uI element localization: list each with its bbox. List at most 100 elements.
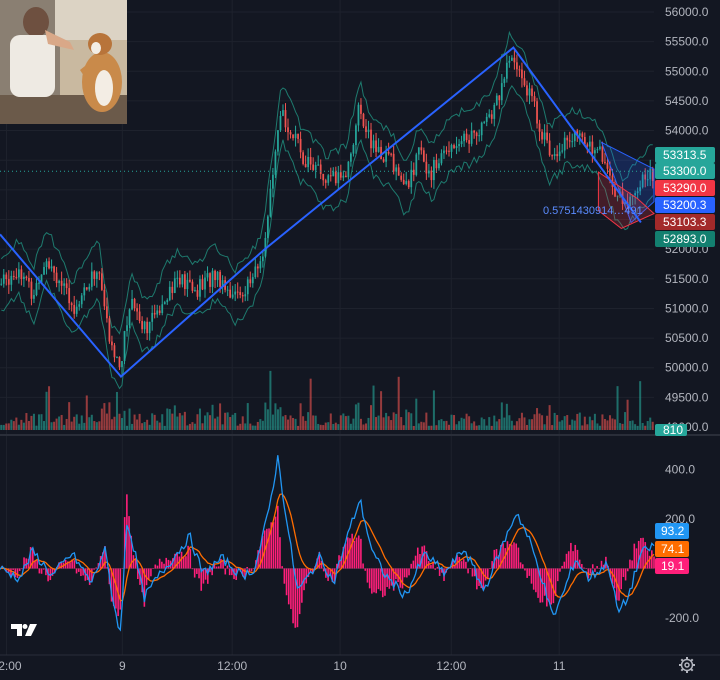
fib-ratio-annotation: 0.5751430914…491 xyxy=(543,205,643,217)
candle-body xyxy=(231,294,234,298)
candle-body xyxy=(297,133,299,139)
volume-bar xyxy=(440,419,443,430)
volume-bar xyxy=(581,425,584,430)
volume-bar xyxy=(80,415,83,430)
histogram-bar xyxy=(565,553,568,569)
candle-body xyxy=(563,137,566,151)
candle-body xyxy=(10,275,13,285)
histogram-bar xyxy=(406,568,408,578)
candle-body xyxy=(344,175,347,178)
time-tick-label: 10 xyxy=(333,659,347,673)
candle-body xyxy=(5,274,8,280)
volume-bar xyxy=(375,417,378,430)
volume-bar xyxy=(221,424,224,430)
histogram-bar xyxy=(563,561,566,569)
histogram-bar xyxy=(38,568,41,574)
volume-bar xyxy=(43,421,46,430)
candle-body xyxy=(402,179,405,184)
volume-bar xyxy=(543,424,546,430)
histogram-bar xyxy=(489,568,491,570)
volume-bar xyxy=(289,415,292,430)
volume-bar xyxy=(608,415,611,430)
candle-body xyxy=(350,153,352,162)
candle-body xyxy=(516,62,518,70)
candle-body xyxy=(246,279,249,295)
histogram-bar xyxy=(594,568,596,572)
candle-body xyxy=(176,277,179,279)
volume-bar xyxy=(525,424,528,430)
volume-bar xyxy=(188,423,191,430)
volume-bar xyxy=(98,421,101,430)
candle-body xyxy=(415,154,418,175)
volume-bar xyxy=(181,415,184,430)
candle-body xyxy=(543,132,546,140)
histogram-bar xyxy=(121,567,124,569)
volume-bar xyxy=(53,421,56,430)
histogram-bar xyxy=(276,505,279,569)
volume-bar xyxy=(5,423,8,430)
volume-bar xyxy=(279,407,282,430)
histogram-bar xyxy=(250,568,253,572)
histogram-bar xyxy=(217,566,220,569)
candle-body xyxy=(173,278,176,293)
histogram-bar xyxy=(80,568,82,577)
volume-bar xyxy=(254,425,257,430)
volume-bar xyxy=(634,424,637,430)
volume-bar xyxy=(523,417,526,430)
histogram-bar xyxy=(73,560,76,569)
histogram-bar xyxy=(535,568,537,593)
histogram-bar xyxy=(519,562,522,569)
osc-value-tag-text: 19.1 xyxy=(661,559,685,573)
volume-bar xyxy=(161,414,164,430)
volume-bar xyxy=(244,423,247,430)
candle-body xyxy=(531,88,533,97)
histogram-bar xyxy=(513,542,515,569)
candle-body xyxy=(73,305,76,314)
volume-bar xyxy=(508,415,511,430)
candle-body xyxy=(523,78,526,86)
histogram-bar xyxy=(16,568,19,578)
candle-body xyxy=(430,170,433,181)
histogram-bar xyxy=(77,568,80,572)
histogram-bar xyxy=(532,568,535,590)
volume-bar xyxy=(405,409,408,430)
candle-body xyxy=(367,129,370,133)
histogram-bar xyxy=(412,560,415,569)
volume-bar xyxy=(453,415,456,430)
volume-bar xyxy=(2,424,5,430)
volume-bar xyxy=(536,408,539,430)
candle-body xyxy=(184,274,186,289)
volume-bar xyxy=(329,413,332,430)
person-head-icon xyxy=(23,7,49,37)
histogram-bar xyxy=(585,568,587,569)
candle-body xyxy=(90,271,93,287)
candle-body xyxy=(272,174,274,189)
volume-bar xyxy=(631,420,634,430)
volume-bar xyxy=(219,403,222,430)
volume-bar xyxy=(364,423,367,430)
candle-body xyxy=(599,146,601,150)
volume-bar xyxy=(314,415,317,430)
tradingview-logo-icon[interactable] xyxy=(10,620,40,640)
candle-body xyxy=(261,256,264,262)
volume-bar xyxy=(259,419,262,430)
candle-body xyxy=(168,286,171,301)
candle-body xyxy=(463,133,465,142)
volume-bar xyxy=(327,422,330,430)
volume-tag-value: 810 xyxy=(663,423,683,437)
candle-body xyxy=(156,310,159,315)
volume-bar xyxy=(347,415,350,430)
candle-body xyxy=(412,169,415,175)
settings-gear-icon[interactable] xyxy=(678,656,696,674)
histogram-bar xyxy=(576,549,579,569)
candle-body xyxy=(329,175,332,177)
candle-body xyxy=(478,135,481,137)
histogram-bar xyxy=(515,543,518,569)
volume-bar xyxy=(216,416,219,430)
candle-body xyxy=(422,150,425,162)
candle-body xyxy=(322,173,325,181)
volume-bar xyxy=(465,413,468,430)
candle-body xyxy=(526,85,528,96)
candle-body xyxy=(45,261,48,267)
volume-bar xyxy=(299,403,302,430)
